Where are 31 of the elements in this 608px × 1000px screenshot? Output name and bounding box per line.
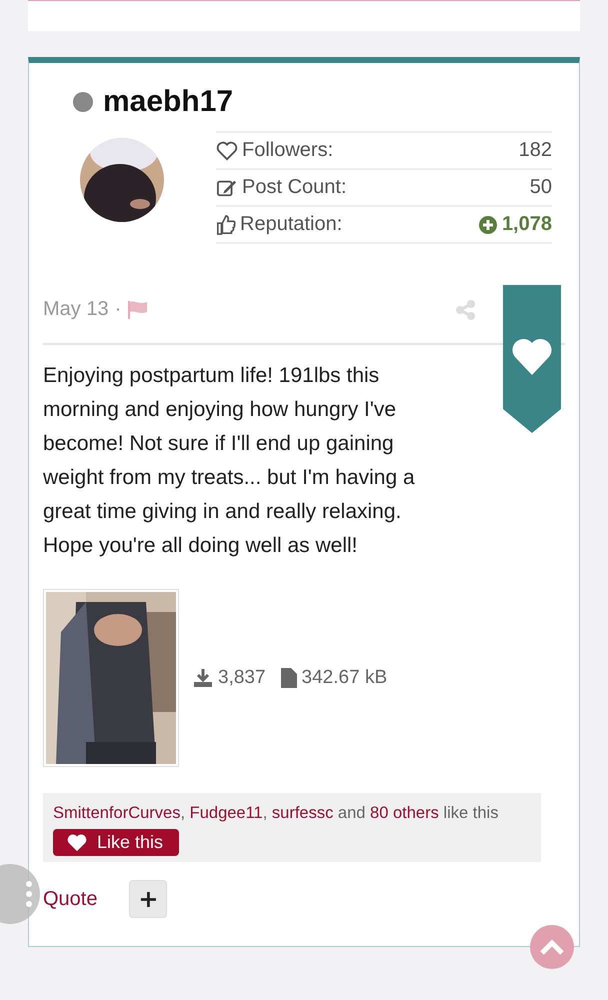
like-button[interactable]: Like this (53, 829, 180, 856)
user-link[interactable]: surfessc (272, 804, 334, 822)
stat-value: 182 (518, 139, 552, 162)
post-text: Enjoying postpartum life! 191lbs this morning and enjoying how hungry I've become! Not sure if I'll end up gaining weight from my treats... but I'm having a great time giving in and really relaxing. Hope you're all doing well as well! (43, 363, 416, 559)
stat-label: Post Count: (242, 176, 348, 199)
user-link[interactable]: 80 others (370, 804, 439, 822)
edit-icon (216, 178, 238, 198)
download-icon (193, 668, 213, 688)
likes-text: SmittenforCurves, Fudgee11, surfessc and 80 others like this (53, 803, 498, 824)
stat-label: Reputation: (240, 213, 344, 236)
scroll-top-button[interactable] (530, 925, 574, 969)
file-size: 342.67 kB (302, 667, 388, 689)
stat-value: 1,078 (478, 213, 552, 236)
quote-link[interactable]: Quote (43, 888, 98, 910)
username[interactable]: maebh17 (103, 85, 234, 119)
heart-icon (67, 834, 87, 852)
download-count: 3,837 (218, 667, 266, 689)
more-button[interactable]: + (129, 880, 168, 918)
like-ribbon[interactable] (503, 285, 561, 433)
user-link[interactable]: SmittenforCurves, (53, 804, 190, 822)
user-link[interactable]: Fudgee11, (190, 804, 272, 822)
separator: · (114, 298, 122, 321)
flag-icon[interactable] (127, 300, 150, 320)
heart-icon (216, 140, 238, 160)
stat-label: Followers: (242, 139, 334, 162)
chevron-up-icon (539, 938, 565, 956)
plus-circle-icon (478, 216, 497, 234)
thumbs-up-icon (216, 214, 236, 236)
stat-value: 50 (530, 176, 552, 199)
share-icon[interactable] (455, 298, 477, 320)
file-icon (280, 668, 297, 688)
